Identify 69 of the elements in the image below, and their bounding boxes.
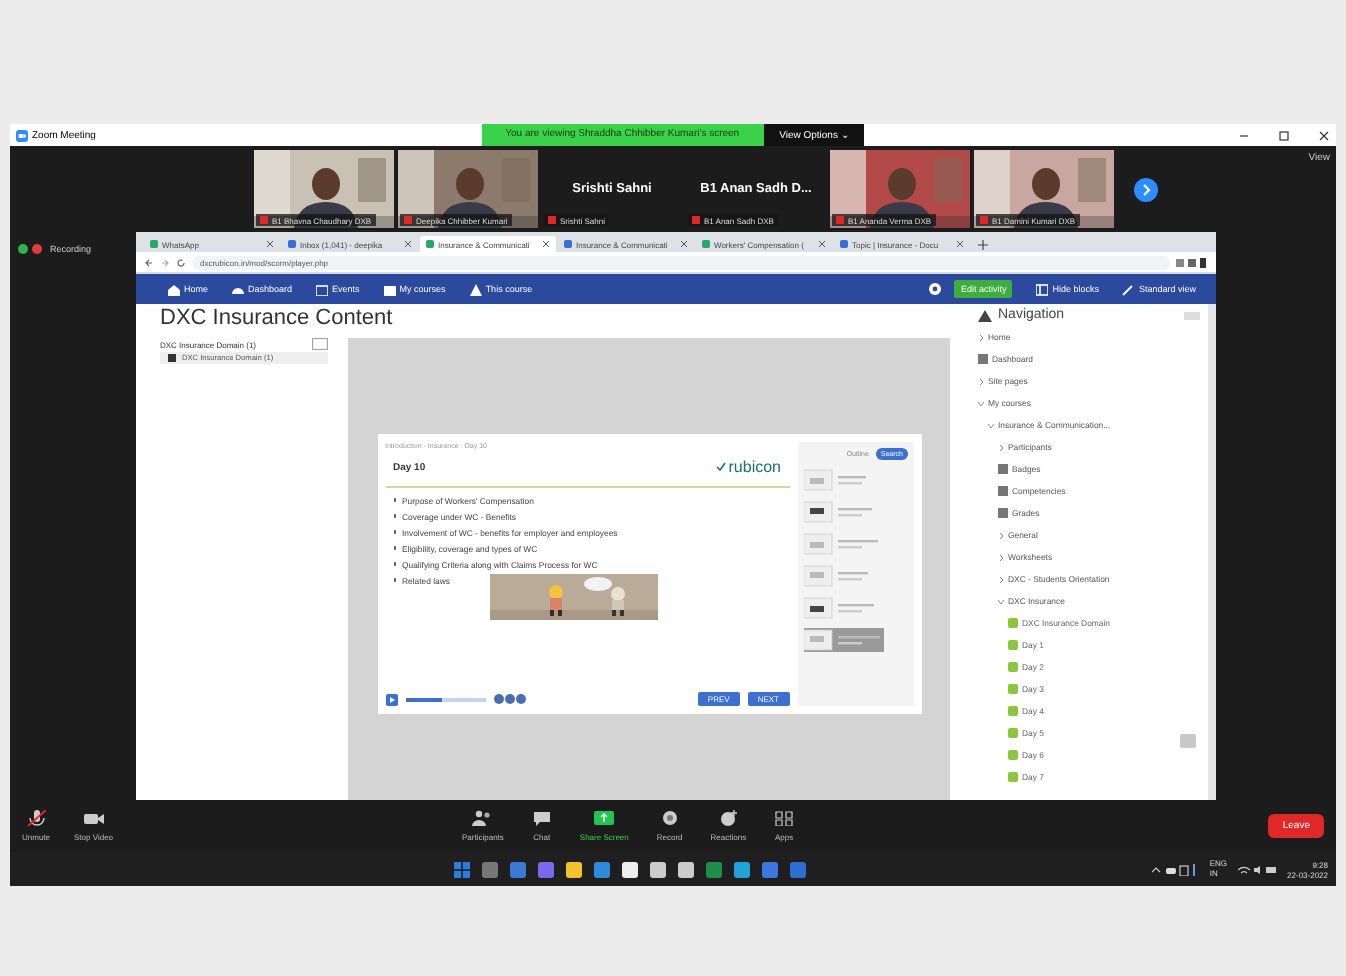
collapse-icon[interactable] (312, 338, 328, 350)
page-icon (998, 508, 1008, 518)
page-icon (998, 486, 1008, 496)
muted-mic-icon (26, 810, 46, 826)
muted-mic-icon (980, 216, 988, 224)
system-tray-icon[interactable] (1151, 863, 1200, 875)
video-camera-icon (83, 810, 104, 826)
settings-icon[interactable] (928, 282, 943, 296)
extensions-icon[interactable] (1176, 257, 1208, 267)
muted-mic-icon (836, 216, 844, 224)
next-page-icon[interactable] (1134, 177, 1158, 201)
muted-mic-icon (548, 216, 556, 224)
activity-icon (1008, 750, 1018, 760)
recording-dot-icon (18, 244, 28, 254)
document-icon (168, 354, 176, 362)
site-icon (564, 240, 572, 248)
check-icon (716, 462, 727, 472)
record-icon (659, 810, 680, 826)
home-icon (168, 283, 180, 295)
activity-icon (1008, 728, 1018, 738)
chevron-icon (988, 421, 994, 429)
close-icon[interactable] (404, 240, 412, 248)
close-icon[interactable] (266, 240, 274, 248)
logo-text: rubicon (728, 458, 781, 476)
muted-mic-icon (404, 216, 412, 224)
activity-icon (1008, 706, 1018, 716)
activity-icon (1008, 662, 1018, 672)
page-title: DXC Insurance Content (160, 304, 395, 334)
activity-icon (1008, 684, 1018, 694)
chevron-icon (998, 597, 1004, 605)
close-icon[interactable] (956, 240, 964, 248)
close-icon[interactable] (680, 240, 688, 248)
columns-icon (1036, 283, 1049, 295)
page-icon (998, 464, 1008, 474)
back-icon[interactable] (144, 257, 154, 267)
activity-icon (1008, 618, 1018, 628)
site-icon (426, 240, 434, 248)
site-icon (288, 240, 296, 248)
playback-controls-icon[interactable] (493, 694, 525, 704)
site-icon (702, 240, 710, 248)
pencil-icon (1122, 283, 1135, 295)
smiley-icon (718, 810, 739, 826)
chevron-icon (978, 399, 984, 407)
close-icon[interactable] (542, 240, 550, 248)
reload-icon[interactable] (176, 257, 186, 267)
recording-dot-icon (32, 244, 42, 254)
page-icon (978, 354, 988, 364)
apps-icon (774, 810, 795, 826)
minimize-icon[interactable] (1238, 129, 1250, 141)
participants-icon (472, 810, 493, 826)
windows-logo-icon[interactable] (454, 861, 470, 877)
maximize-icon[interactable] (1278, 129, 1290, 141)
share-screen-icon (594, 810, 615, 826)
close-icon[interactable] (818, 240, 826, 248)
activity-icon (1008, 640, 1018, 650)
new-tab-icon[interactable] (978, 239, 988, 249)
activity-icon (1008, 772, 1018, 782)
chat-icon (531, 810, 552, 826)
zoom-logo-icon (16, 129, 28, 141)
play-icon[interactable] (385, 693, 397, 705)
slide-thumbnail-icon[interactable] (803, 628, 883, 652)
slide-thumbnail-icon[interactable] (803, 532, 883, 556)
network-volume-battery-icon[interactable] (1237, 863, 1278, 875)
close-icon[interactable] (1318, 129, 1330, 141)
muted-mic-icon (260, 216, 268, 224)
site-icon (150, 240, 158, 248)
site-icon (840, 240, 848, 248)
muted-mic-icon (692, 216, 700, 224)
dashboard-icon (232, 283, 245, 295)
